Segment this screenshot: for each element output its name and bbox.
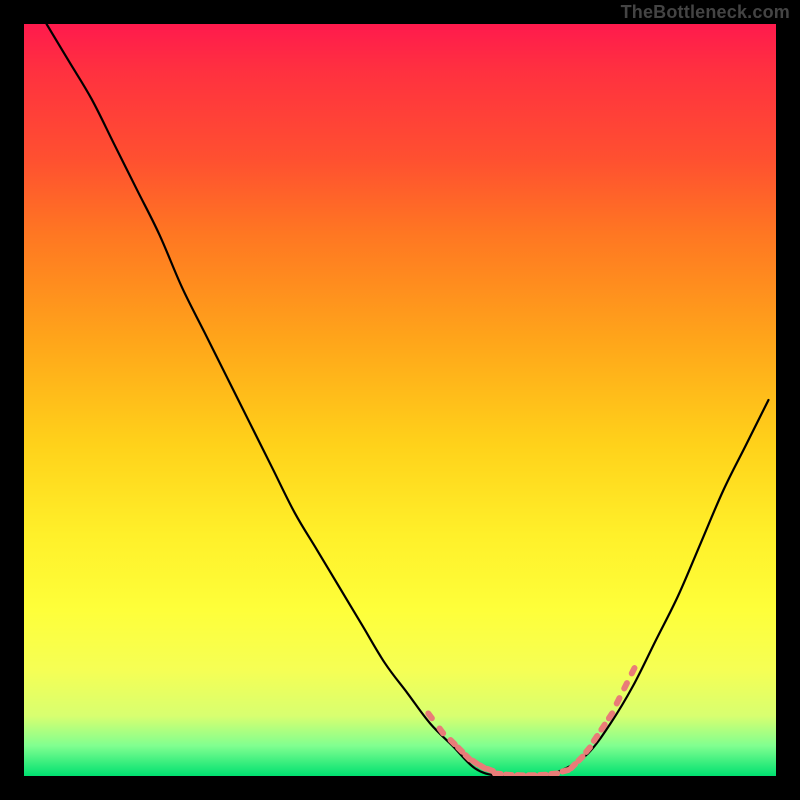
marker-dot bbox=[503, 771, 516, 776]
marker-dot bbox=[548, 770, 561, 776]
attribution-text: TheBottleneck.com bbox=[621, 2, 790, 23]
bottleneck-curve-path bbox=[47, 24, 769, 776]
chart-frame bbox=[24, 24, 776, 776]
marker-dot bbox=[424, 709, 436, 722]
marker-dot bbox=[514, 772, 526, 776]
marker-dot bbox=[491, 770, 504, 776]
marker-dot bbox=[628, 664, 639, 677]
marker-dot bbox=[526, 772, 538, 776]
marker-group bbox=[424, 664, 638, 776]
bottleneck-chart bbox=[24, 24, 776, 776]
marker-dot bbox=[537, 772, 549, 776]
